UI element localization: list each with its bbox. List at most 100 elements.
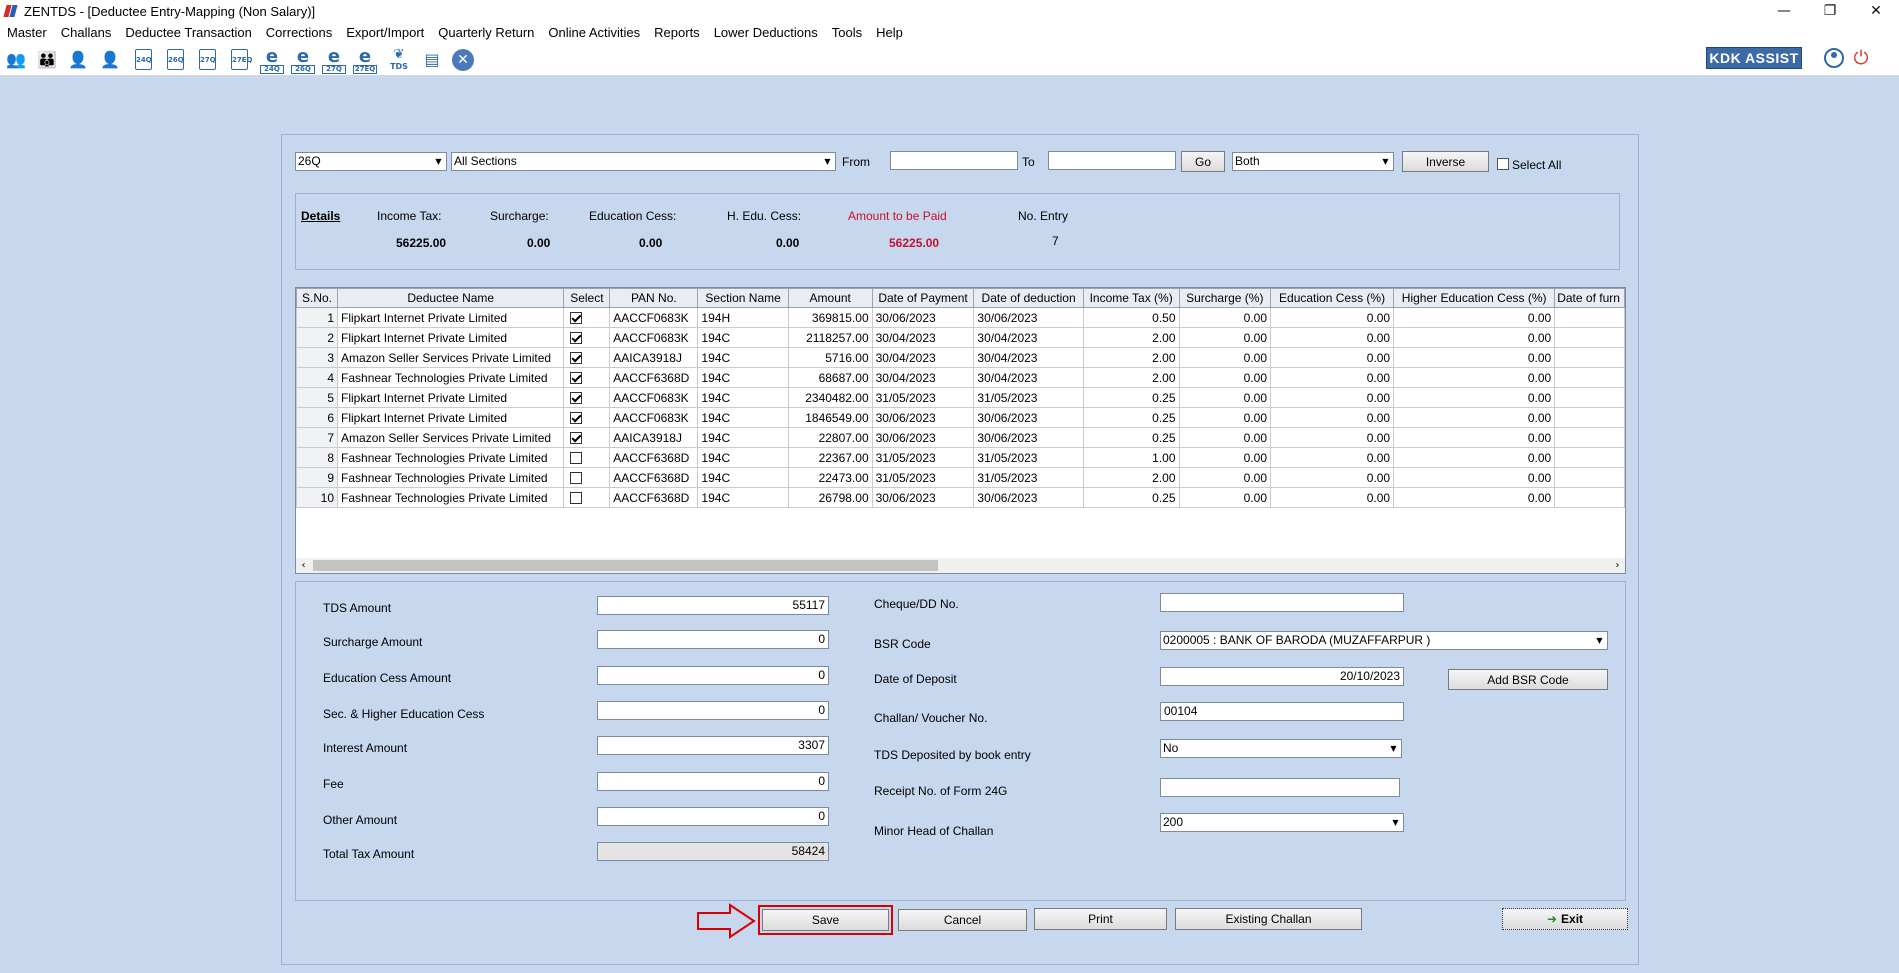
horizontal-scrollbar[interactable]: ‹ ›	[296, 558, 1625, 573]
income-tax-cell[interactable]: 0.25	[1082, 427, 1180, 448]
table-row[interactable]: 3 Amazon Seller Services Private Limited A…	[296, 347, 1625, 368]
other-amount-input[interactable]: 0	[597, 807, 829, 826]
education-cess-cell[interactable]: 0.00	[1270, 327, 1395, 348]
select-cell[interactable]	[563, 407, 611, 428]
income-tax-cell[interactable]: 1.00	[1082, 447, 1180, 468]
row-select-checkbox[interactable]	[570, 432, 583, 445]
cheque-input[interactable]	[1160, 593, 1404, 612]
furnish-date-cell[interactable]	[1554, 327, 1625, 348]
table-row[interactable]: 10 Fashnear Technologies Private Limited A…	[296, 487, 1625, 508]
existing-challan-button[interactable]: Existing Challan	[1175, 908, 1362, 930]
surcharge-cell[interactable]: 0.00	[1178, 467, 1272, 488]
deductee-name-cell[interactable]: Fashnear Technologies Private Limited	[337, 367, 565, 388]
book-entry-select[interactable]: No ▼	[1160, 739, 1402, 758]
exit-button[interactable]: ➜ Exit	[1502, 908, 1628, 930]
menu-lower-deductions[interactable]: Lower Deductions	[714, 25, 818, 40]
amount-cell[interactable]: 369815.00	[787, 307, 873, 328]
table-row[interactable]: 2 Flipkart Internet Private Limited AACCF0…	[296, 327, 1625, 348]
higher-cess-cell[interactable]: 0.00	[1393, 307, 1556, 328]
income-tax-cell[interactable]: 2.00	[1082, 327, 1180, 348]
education-cess-cell[interactable]: 0.00	[1270, 467, 1395, 488]
receipt-24g-input[interactable]	[1160, 778, 1400, 797]
from-date-input[interactable]	[890, 151, 1018, 170]
row-select-checkbox[interactable]	[570, 412, 583, 425]
education-cess-cell[interactable]: 0.00	[1270, 407, 1395, 428]
education-cess-cell[interactable]: 0.00	[1270, 427, 1395, 448]
pan-cell[interactable]: AAICA3918J	[609, 347, 699, 368]
section-cell[interactable]: 194C	[697, 387, 789, 408]
deductee-name-cell[interactable]: Fashnear Technologies Private Limited	[337, 447, 565, 468]
sno-cell[interactable]: 1	[296, 307, 339, 328]
table-row[interactable]: 7 Amazon Seller Services Private Limited A…	[296, 427, 1625, 448]
deductee-name-cell[interactable]: Amazon Seller Services Private Limited	[337, 427, 565, 448]
furnish-date-cell[interactable]	[1554, 427, 1625, 448]
menu-corrections[interactable]: Corrections	[266, 25, 332, 40]
sno-cell[interactable]: 4	[296, 367, 339, 388]
sno-cell[interactable]: 9	[296, 467, 339, 488]
amount-cell[interactable]: 5716.00	[787, 347, 873, 368]
select-cell[interactable]	[563, 487, 611, 508]
pan-cell[interactable]: AACCF6368D	[609, 487, 699, 508]
pan-cell[interactable]: AACCF6368D	[609, 447, 699, 468]
employee-list-icon[interactable]: 👤	[98, 48, 122, 72]
employee-icon[interactable]: 👤	[66, 48, 90, 72]
surcharge-cell[interactable]: 0.00	[1178, 327, 1272, 348]
row-select-checkbox[interactable]	[570, 372, 583, 385]
date-deposit-input[interactable]: 20/10/2023	[1160, 667, 1404, 686]
higher-cess-cell[interactable]: 0.00	[1393, 427, 1556, 448]
amount-cell[interactable]: 1846549.00	[787, 407, 873, 428]
column-header[interactable]: Surcharge (%)	[1178, 288, 1272, 308]
challan-no-input[interactable]: 00104	[1160, 702, 1404, 721]
deductee-name-cell[interactable]: Flipkart Internet Private Limited	[337, 387, 565, 408]
deductee-name-cell[interactable]: Fashnear Technologies Private Limited	[337, 487, 565, 508]
edu-cess-amount-input[interactable]: 0	[597, 666, 829, 685]
deduction-date-cell[interactable]: 30/04/2023	[973, 367, 1084, 388]
tds-amount-input[interactable]: 55117	[597, 596, 829, 615]
payment-date-cell[interactable]: 30/06/2023	[871, 407, 975, 428]
column-header[interactable]: Date of Payment	[871, 288, 975, 308]
higher-cess-cell[interactable]: 0.00	[1393, 327, 1556, 348]
save-button[interactable]: Save	[762, 909, 889, 931]
column-header[interactable]: Income Tax (%)	[1082, 288, 1180, 308]
amount-cell[interactable]: 22367.00	[787, 447, 873, 468]
higher-cess-cell[interactable]: 0.00	[1393, 387, 1556, 408]
table-row[interactable]: 8 Fashnear Technologies Private Limited AA…	[296, 447, 1625, 468]
interest-amount-input[interactable]: 3307	[597, 736, 829, 755]
pan-cell[interactable]: AACCF0683K	[609, 327, 699, 348]
minimize-icon[interactable]: —	[1761, 0, 1807, 22]
section-cell[interactable]: 194C	[697, 407, 789, 428]
table-row[interactable]: 1 Flipkart Internet Private Limited AACCF0…	[296, 307, 1625, 328]
print-button[interactable]: Print	[1034, 908, 1167, 930]
surcharge-cell[interactable]: 0.00	[1178, 347, 1272, 368]
deduction-date-cell[interactable]: 31/05/2023	[973, 387, 1084, 408]
inverse-button[interactable]: Inverse	[1402, 151, 1489, 172]
menu-deductee-transaction[interactable]: Deductee Transaction	[125, 25, 251, 40]
deduction-date-cell[interactable]: 30/04/2023	[973, 327, 1084, 348]
higher-cess-cell[interactable]: 0.00	[1393, 447, 1556, 468]
income-tax-cell[interactable]: 2.00	[1082, 367, 1180, 388]
higher-cess-cell[interactable]: 0.00	[1393, 347, 1556, 368]
column-header[interactable]: Education Cess (%)	[1270, 288, 1395, 308]
payment-date-cell[interactable]: 30/04/2023	[871, 367, 975, 388]
surcharge-cell[interactable]: 0.00	[1178, 367, 1272, 388]
sno-cell[interactable]: 7	[296, 427, 339, 448]
column-header[interactable]: Date of deduction	[973, 288, 1084, 308]
furnish-date-cell[interactable]	[1554, 367, 1625, 388]
select-cell[interactable]	[563, 387, 611, 408]
to-date-input[interactable]	[1048, 151, 1176, 170]
row-select-checkbox[interactable]	[570, 332, 583, 345]
sno-cell[interactable]: 8	[296, 447, 339, 468]
form-27q-icon[interactable]: 27Q	[199, 49, 216, 70]
amount-cell[interactable]: 2340482.00	[787, 387, 873, 408]
education-cess-cell[interactable]: 0.00	[1270, 447, 1395, 468]
fee-input[interactable]: 0	[597, 772, 829, 791]
payment-date-cell[interactable]: 30/06/2023	[871, 427, 975, 448]
amount-cell[interactable]: 22807.00	[787, 427, 873, 448]
restore-icon[interactable]: ❐	[1807, 0, 1853, 22]
column-header[interactable]: Date of furn	[1554, 288, 1625, 308]
deduction-date-cell[interactable]: 30/04/2023	[973, 347, 1084, 368]
select-cell[interactable]	[563, 467, 611, 488]
section-cell[interactable]: 194C	[697, 467, 789, 488]
menu-reports[interactable]: Reports	[654, 25, 700, 40]
pan-cell[interactable]: AACCF0683K	[609, 307, 699, 328]
